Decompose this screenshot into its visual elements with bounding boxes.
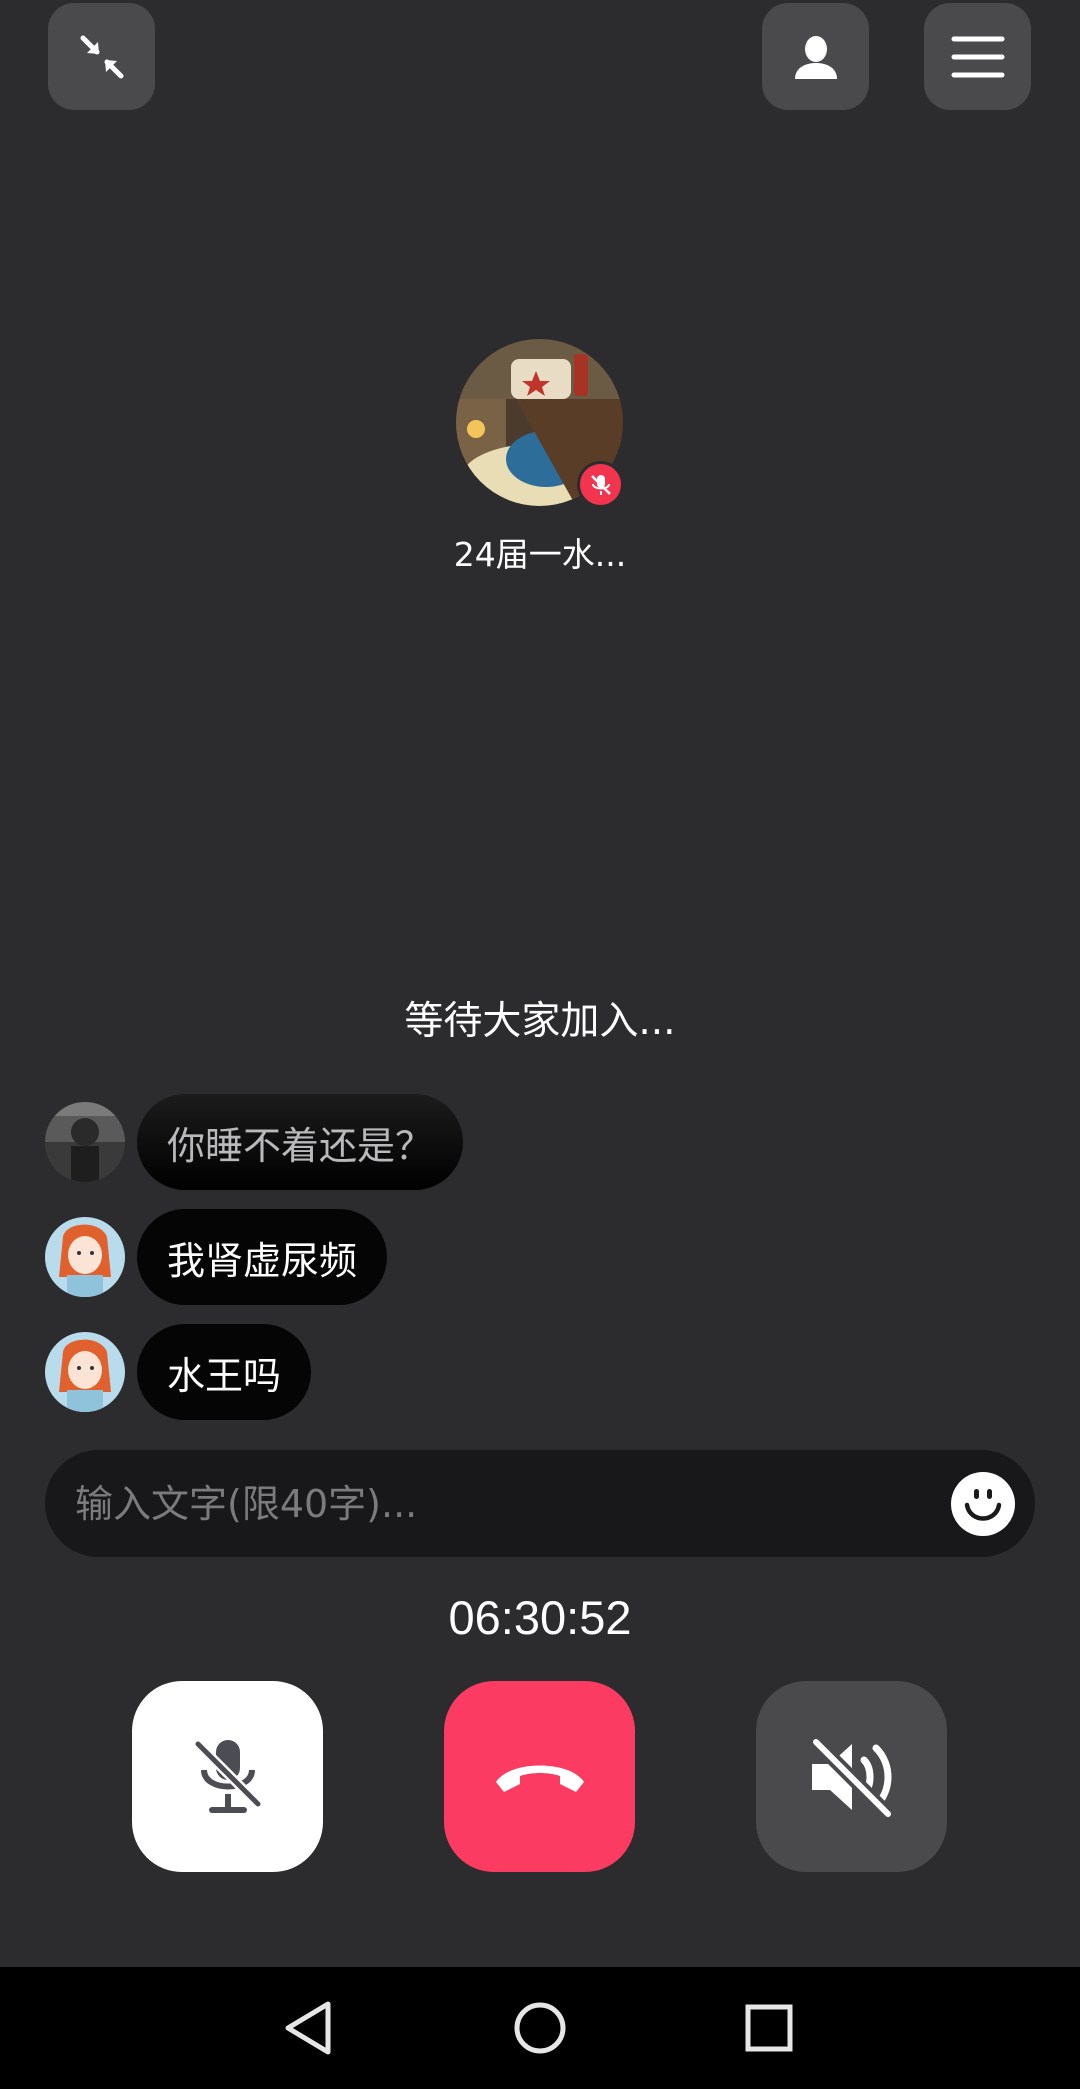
- minimize-button[interactable]: [48, 3, 155, 110]
- call-timer: 06:30:52: [448, 1591, 632, 1644]
- avatar: [45, 1332, 125, 1412]
- nav-home-button[interactable]: [504, 1992, 576, 2064]
- emoji-button[interactable]: [951, 1471, 1015, 1536]
- message-bubble: 我肾虚尿频: [137, 1209, 388, 1305]
- nav-recents-button[interactable]: [733, 1992, 805, 2064]
- hang-up-button[interactable]: [444, 1681, 635, 1872]
- participants-button[interactable]: [762, 3, 869, 110]
- message-input[interactable]: [75, 1481, 951, 1526]
- message-input-bar: [45, 1450, 1035, 1557]
- menu-button[interactable]: [924, 3, 1031, 110]
- avatar: [45, 1102, 125, 1182]
- hamburger-menu-icon: [951, 36, 1004, 77]
- home-circle-icon: [514, 2002, 566, 2054]
- chat-message: 你睡不着还是？: [45, 1094, 464, 1190]
- phone-hangup-icon: [495, 1765, 584, 1792]
- mute-mic-button[interactable]: [132, 1681, 323, 1872]
- recents-square-icon: [745, 2004, 793, 2052]
- nav-back-button[interactable]: [272, 1992, 344, 2064]
- mic-off-icon: [590, 474, 611, 495]
- back-triangle-icon: [285, 2001, 331, 2055]
- mic-off-icon: [192, 1738, 263, 1813]
- smiley-icon: [964, 1488, 1002, 1521]
- message-bubble: 你睡不着还是？: [137, 1094, 464, 1190]
- speaker-toggle-button[interactable]: [756, 1681, 947, 1872]
- waiting-status: 等待大家加入...: [404, 999, 676, 1044]
- message-bubble: 水王吗: [137, 1324, 312, 1420]
- chat-message: 我肾虚尿频: [45, 1209, 388, 1305]
- minimize-arrows-icon: [80, 35, 123, 78]
- speaker-muted-icon: [808, 1734, 895, 1820]
- voice-call-screen: 24届一水... 等待大家加入... 你睡不着还是？ 我肾虚尿频 水王吗 输入文…: [0, 0, 1080, 2089]
- avatar: [45, 1217, 125, 1297]
- caller-name: 24届一水...: [453, 535, 627, 574]
- caller-muted-badge: [577, 461, 624, 508]
- person-icon: [794, 35, 837, 79]
- system-nav-bar: [0, 1967, 1080, 2089]
- chat-message: 水王吗: [45, 1324, 312, 1420]
